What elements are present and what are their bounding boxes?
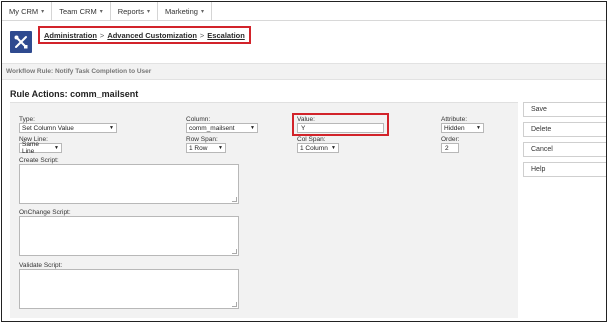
rule-action-form: Type: Set Column Value ▼ Column: comm_ma…	[10, 102, 518, 318]
nav-team-crm[interactable]: Team CRM ▾	[52, 2, 111, 21]
order-label: Order:	[441, 136, 460, 143]
nav-label: Marketing	[165, 6, 198, 16]
dropdown-arrow-icon: ▼	[54, 145, 59, 151]
workflow-rule-subtitle: Workflow Rule: Notify Task Completion to…	[2, 63, 606, 80]
chevron-down-icon: ▾	[146, 8, 150, 15]
nav-label: Reports	[117, 6, 144, 16]
subtitle-text: Workflow Rule: Notify Task Completion to…	[6, 68, 152, 75]
page-title: Rule Actions: comm_mailsent	[10, 89, 139, 99]
resize-handle-icon[interactable]	[232, 302, 237, 307]
resize-handle-icon[interactable]	[232, 197, 237, 202]
dropdown-arrow-icon: ▼	[476, 125, 481, 131]
nav-label: Team CRM	[59, 6, 97, 16]
page-header: Administration > Advanced Customization …	[2, 22, 606, 62]
breadcrumb-separator: >	[99, 30, 105, 40]
type-select[interactable]: Set Column Value ▼	[19, 123, 117, 133]
row-span-value: 1 Row	[189, 144, 208, 152]
breadcrumb: Administration > Advanced Customization …	[38, 26, 251, 44]
col-span-value: 1 Column	[300, 144, 328, 152]
breadcrumb-administration[interactable]: Administration	[44, 31, 97, 40]
chevron-down-icon: ▾	[200, 8, 204, 15]
validate-script-textarea[interactable]	[19, 269, 239, 309]
dropdown-arrow-icon: ▼	[331, 145, 336, 151]
breadcrumb-advanced-customization[interactable]: Advanced Customization	[107, 31, 197, 40]
new-line-value: Same Line	[22, 141, 39, 155]
save-button[interactable]: Save	[523, 102, 606, 117]
nav-label: My CRM	[9, 6, 39, 16]
nav-my-crm[interactable]: My CRM ▾	[2, 2, 53, 21]
create-script-textarea[interactable]	[19, 164, 239, 204]
top-navigation: My CRM ▾ Team CRM ▾ Reports ▾ Marketing …	[2, 2, 606, 21]
cancel-button[interactable]: Cancel	[523, 142, 606, 157]
breadcrumb-escalation[interactable]: Escalation	[207, 31, 245, 40]
column-value: comm_mailsent	[189, 124, 235, 132]
attribute-select[interactable]: Hidden ▼	[441, 123, 484, 133]
tools-icon	[10, 31, 32, 53]
value-highlight	[292, 113, 389, 136]
dropdown-arrow-icon: ▼	[109, 125, 114, 131]
chevron-down-icon: ▾	[41, 8, 45, 15]
dropdown-arrow-icon: ▼	[250, 125, 255, 131]
dropdown-arrow-icon: ▼	[218, 145, 223, 151]
nav-marketing[interactable]: Marketing ▾	[158, 2, 212, 21]
col-span-select[interactable]: 1 Column ▼	[297, 143, 339, 153]
breadcrumb-separator: >	[199, 30, 205, 40]
create-script-label: Create Script:	[19, 157, 59, 164]
column-select[interactable]: comm_mailsent ▼	[186, 123, 258, 133]
col-span-label: Col Span:	[297, 136, 326, 143]
new-line-select[interactable]: Same Line ▼	[19, 141, 62, 155]
delete-button[interactable]: Delete	[523, 122, 606, 137]
order-value: 2	[445, 144, 449, 152]
column-label: Column:	[186, 116, 211, 123]
row-span-select[interactable]: 1 Row ▼	[186, 143, 226, 153]
attribute-label: Attribute:	[441, 116, 468, 123]
help-button[interactable]: Help	[523, 162, 606, 177]
type-label: Type:	[19, 116, 35, 123]
onchange-script-label: OnChange Script:	[19, 209, 71, 216]
resize-handle-icon[interactable]	[232, 249, 237, 254]
app-window: My CRM ▾ Team CRM ▾ Reports ▾ Marketing …	[1, 1, 607, 322]
nav-reports[interactable]: Reports ▾	[111, 2, 158, 21]
chevron-down-icon: ▾	[99, 8, 103, 15]
onchange-script-textarea[interactable]	[19, 216, 239, 256]
attribute-value: Hidden	[444, 124, 465, 132]
type-value: Set Column Value	[22, 124, 74, 132]
order-input[interactable]: 2	[441, 143, 459, 153]
row-span-label: Row Span:	[186, 136, 218, 143]
validate-script-label: Validate Script:	[19, 262, 63, 269]
